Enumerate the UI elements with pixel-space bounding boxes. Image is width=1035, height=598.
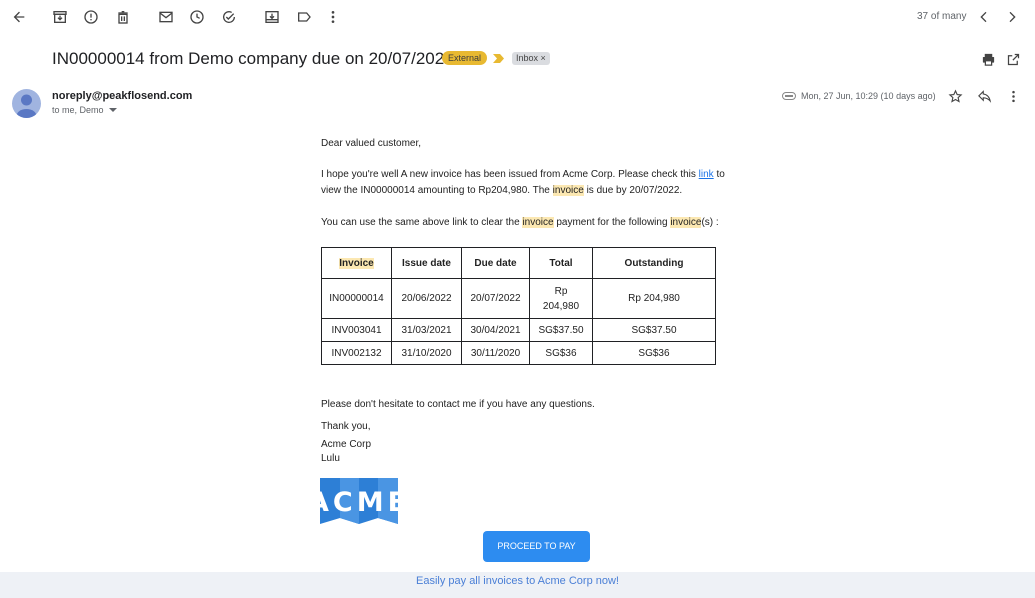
more-icon[interactable] (322, 6, 344, 28)
avatar[interactable] (12, 89, 41, 118)
recipients-toggle[interactable]: to me, Demo (52, 105, 118, 115)
greeting-text: Dear valued customer, (321, 138, 422, 149)
important-marker-icon[interactable] (493, 54, 504, 63)
inbox-label-remove-icon[interactable]: × (541, 53, 546, 63)
thanks-text: Thank you, (321, 421, 371, 432)
table-cell: 20/07/2022 (461, 278, 530, 319)
email-subject: IN00000014 from Demo company due on 20/0… (52, 49, 454, 68)
closing-text: Please don't hesitate to contact me if y… (321, 399, 595, 410)
table-cell: SG$37.50 (529, 318, 593, 342)
star-icon[interactable] (946, 87, 964, 105)
reply-icon[interactable] (975, 87, 993, 105)
paragraph-1-line-2: view the IN00000014 amounting to Rp204,9… (321, 183, 682, 199)
column-header: Total (529, 247, 593, 279)
sender-address: noreply@peakflosend.com (52, 90, 193, 102)
table-row: INV002132 31/10/2020 30/11/2020 SG$36 SG… (321, 341, 716, 365)
more-options-icon[interactable] (1004, 87, 1022, 105)
table-cell: 30/11/2020 (461, 341, 530, 365)
table-cell: INV002132 (321, 341, 392, 365)
p2-text-c: (s) : (701, 217, 719, 228)
table-cell: 31/10/2020 (391, 341, 462, 365)
paragraph-2: You can use the same above link to clear… (321, 215, 719, 231)
p1-text-a: I hope you're well A new invoice has bee… (321, 169, 699, 180)
table-row: INV003041 31/03/2021 30/04/2021 SG$37.50… (321, 318, 716, 342)
table-cell: IN00000014 (321, 278, 392, 319)
back-arrow-icon[interactable] (8, 6, 30, 28)
table-cell: 20/06/2022 (391, 278, 462, 319)
p2-text-a: You can use the same above link to clear… (321, 217, 523, 228)
p2-highlight-2: invoice (670, 217, 702, 228)
signer-name: Lulu (321, 453, 340, 464)
p2-highlight-1: invoice (522, 217, 554, 228)
mark-unread-icon[interactable] (155, 6, 177, 28)
proceed-to-pay-button[interactable]: PROCEED TO PAY (483, 531, 590, 562)
external-badge: External (442, 51, 488, 65)
column-header: Issue date (391, 247, 462, 279)
chevron-left-icon[interactable] (973, 6, 995, 28)
open-new-window-icon[interactable] (1004, 50, 1022, 68)
table-cell: SG$37.50 (592, 318, 716, 342)
chevron-down-icon (109, 108, 118, 112)
table-cell: 31/03/2021 (391, 318, 462, 342)
label-icon[interactable] (293, 6, 315, 28)
invoice-link[interactable]: link (699, 169, 714, 180)
add-task-icon[interactable] (218, 6, 240, 28)
header-invoice: Invoice (339, 257, 374, 269)
table-row: IN00000014 20/06/2022 20/07/2022 Rp 204,… (321, 278, 716, 319)
column-header: Outstanding (592, 247, 716, 279)
inbox-label-badge: Inbox × (512, 52, 550, 65)
move-to-icon[interactable] (261, 6, 283, 28)
email-date: Mon, 27 Jun, 10:29 (10 days ago) (801, 91, 936, 101)
inbox-label-text: Inbox (516, 53, 539, 63)
p1-text-c: view the IN00000014 amounting to Rp204,9… (321, 185, 553, 196)
pager-count: 37 of many (917, 11, 967, 22)
table-cell: SG$36 (592, 341, 716, 365)
table-cell: SG$36 (529, 341, 593, 365)
p1-text-d: is due by 20/07/2022. (583, 185, 683, 196)
report-spam-icon[interactable] (80, 6, 102, 28)
toolbar: 37 of many (0, 0, 1035, 34)
logo-text: ACME (320, 487, 398, 518)
table-cell: Rp 204,980 (592, 278, 716, 319)
table-cell: 30/04/2021 (461, 318, 530, 342)
recipients-text: to me, Demo (52, 105, 104, 115)
email-panel: 37 of many IN00000014 from Demo company … (0, 0, 1035, 572)
print-icon[interactable] (979, 50, 997, 68)
p2-text-b: payment for the following (553, 217, 671, 228)
column-header: Due date (461, 247, 530, 279)
table-cell: Rp 204,980 (529, 278, 593, 319)
acme-logo: ACME (320, 478, 398, 524)
snooze-icon[interactable] (186, 6, 208, 28)
table-cell: INV003041 (321, 318, 392, 342)
table-header-row: Invoice Issue date Due date Total Outsta… (321, 247, 716, 279)
attachment-label-icon (782, 92, 796, 100)
invoice-table: Invoice Issue date Due date Total Outsta… (321, 247, 716, 365)
paragraph-1-line-1: I hope you're well A new invoice has bee… (321, 167, 725, 183)
p1-text-b: to (713, 169, 725, 180)
archive-icon[interactable] (49, 6, 71, 28)
column-header: Invoice (321, 247, 392, 279)
delete-icon[interactable] (112, 6, 134, 28)
p1-highlight: invoice (552, 185, 584, 196)
chevron-right-icon[interactable] (1001, 6, 1023, 28)
pay-all-invoices-link[interactable]: Easily pay all invoices to Acme Corp now… (0, 575, 1035, 587)
